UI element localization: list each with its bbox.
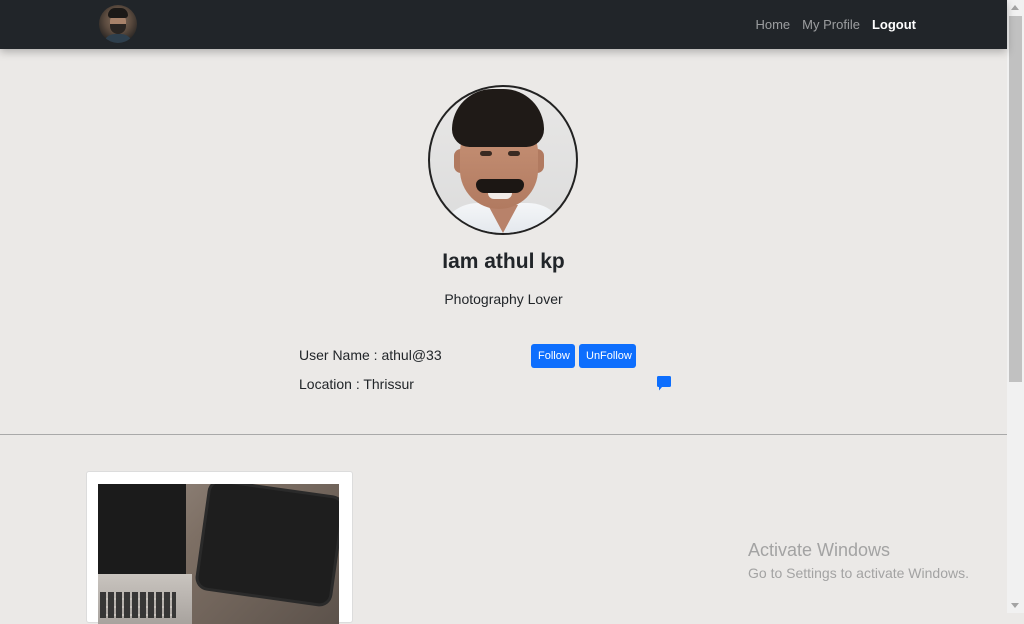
scroll-thumb[interactable] (1009, 16, 1022, 382)
post-image[interactable] (98, 484, 339, 624)
vertical-scrollbar[interactable] (1007, 0, 1024, 613)
nav-links: Home My Profile Logout (755, 0, 916, 49)
unfollow-button[interactable]: UnFollow (579, 344, 636, 368)
profile-photo (428, 85, 578, 235)
user-avatar[interactable] (99, 5, 137, 43)
nav-link-home[interactable]: Home (755, 17, 790, 32)
scroll-up-icon[interactable] (1011, 5, 1019, 10)
top-navbar: Home My Profile Logout (0, 0, 1007, 49)
post-card[interactable] (86, 471, 353, 624)
scroll-down-icon[interactable] (1011, 603, 1019, 608)
username-info: User Name : athul@33 (299, 347, 442, 363)
location-info: Location : Thrissur (299, 376, 414, 392)
chat-bubble-icon[interactable] (656, 376, 672, 392)
activate-windows-subtitle: Go to Settings to activate Windows. (748, 565, 969, 581)
nav-link-logout[interactable]: Logout (872, 17, 916, 32)
nav-link-my-profile[interactable]: My Profile (802, 17, 860, 32)
section-divider (0, 434, 1007, 435)
activate-windows-title: Activate Windows (748, 540, 891, 560)
profile-name: Iam athul kp (442, 250, 565, 273)
profile-bio: Photography Lover (444, 291, 563, 307)
follow-button[interactable]: Follow (531, 344, 575, 368)
